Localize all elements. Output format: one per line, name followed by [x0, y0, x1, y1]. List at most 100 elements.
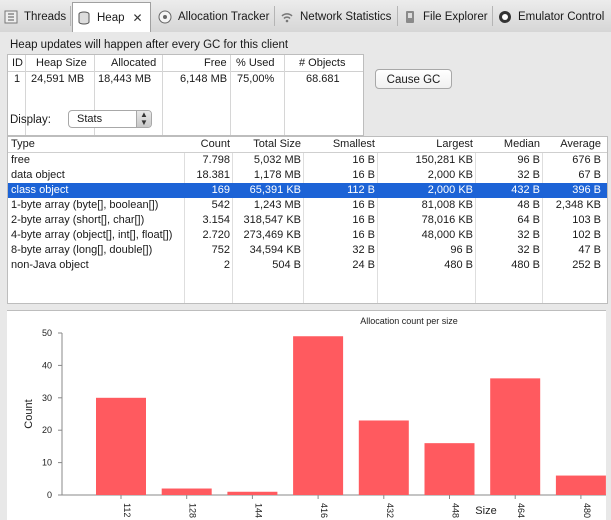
chart-title: Allocation count per size	[360, 316, 458, 326]
cell-median: 64 B	[517, 214, 540, 226]
header-type: Type	[11, 138, 35, 150]
y-tick-label: 50	[42, 328, 52, 338]
cell-total-size: 34,594 KB	[249, 244, 301, 256]
cell-average: 396 B	[572, 184, 601, 196]
tab-network-statistics[interactable]: Network Statistics	[276, 2, 396, 31]
cell-smallest: 16 B	[352, 154, 375, 166]
x-axis-label: Size	[475, 505, 496, 517]
cell-type: data object	[11, 169, 65, 181]
summary-header-used: % Used	[236, 57, 275, 69]
tab-allocation-tracker-label: Allocation Tracker	[178, 10, 270, 23]
heap-icon	[77, 11, 91, 25]
display-label: Display:	[10, 114, 51, 126]
table-row[interactable]: 4-byte array (object[], int[], float[]) 2…	[8, 228, 607, 243]
cell-largest: 96 B	[450, 244, 473, 256]
cell-median: 32 B	[517, 169, 540, 181]
cell-total-size: 273,469 KB	[243, 229, 302, 241]
cell-largest: 480 B	[444, 259, 473, 271]
network-icon	[280, 10, 294, 24]
tab-separator	[70, 6, 71, 26]
table-header-row[interactable]: Type Count Total Size Smallest Largest Median…	[8, 137, 607, 153]
summary-objects: 68.681	[306, 73, 340, 85]
cell-smallest: 16 B	[352, 214, 375, 226]
tab-allocation-tracker[interactable]: Allocation Tracker	[154, 2, 274, 31]
y-tick-label: 40	[42, 360, 52, 370]
cell-type: 1-byte array (byte[], boolean[])	[11, 199, 159, 211]
close-icon[interactable]: ✕	[133, 11, 143, 25]
summary-free: 6,148 MB	[180, 73, 228, 85]
cell-median: 32 B	[517, 244, 540, 256]
cell-median: 480 B	[511, 259, 540, 271]
cell-average: 47 B	[578, 244, 601, 256]
cell-count: 2.720	[202, 229, 230, 241]
cell-total-size: 1,243 MB	[253, 199, 301, 211]
cell-total-size: 65,391 KB	[249, 184, 301, 196]
cell-largest: 2,000 KB	[427, 184, 473, 196]
display-select[interactable]: Stats ▲ ▼	[68, 110, 152, 128]
file-explorer-icon	[403, 10, 417, 24]
bar-112	[96, 397, 146, 495]
cell-median: 48 B	[517, 199, 540, 211]
tab-file-explorer[interactable]: File Explorer	[399, 2, 491, 31]
x-tick-label: 448	[451, 503, 461, 518]
header-average: Average	[560, 138, 601, 150]
y-tick-label: 0	[47, 490, 52, 500]
table-row[interactable]: class object 169 65,391 KB 112 B 2,000 KB 432…	[8, 183, 607, 198]
header-count: Count	[200, 138, 230, 150]
cell-median: 32 B	[517, 229, 540, 241]
bar-432	[358, 420, 409, 495]
table-row[interactable]: non-Java object 2 504 B 24 B 480 B 480 B 252 B	[8, 258, 607, 273]
cell-count: 2	[223, 259, 230, 271]
stats-table: Type Count Total Size Smallest Largest Median…	[7, 136, 608, 304]
table-row[interactable]: 2-byte array (short[], char[]) 3.154 318,5…	[8, 213, 607, 228]
cell-count: 542	[211, 199, 230, 211]
table-row[interactable]: data object 18.381 1,178 MB 16 B 2,000 KB 32 …	[8, 168, 607, 183]
cell-type: non-Java object	[11, 259, 89, 271]
x-tick-label: 144	[253, 503, 263, 518]
x-tick-label: 416	[319, 503, 329, 518]
tab-separator	[397, 6, 398, 26]
cell-largest: 150,281 KB	[415, 154, 474, 166]
column-divider	[162, 55, 163, 135]
y-axis-label: Count	[23, 399, 35, 428]
tab-heap-label: Heap	[97, 12, 125, 24]
y-tick-label: 30	[42, 393, 52, 403]
summary-allocated: 18,443 MB	[98, 73, 152, 85]
bar-448	[424, 443, 475, 495]
cell-average: 252 B	[572, 259, 601, 271]
bar-480	[555, 475, 606, 495]
summary-header-row: ID Heap Size Allocated Free % Used # Obj…	[8, 55, 363, 72]
cell-average: 102 B	[572, 229, 601, 241]
tab-threads[interactable]: Threads	[0, 2, 68, 31]
cell-largest: 78,016 KB	[421, 214, 473, 226]
table-row[interactable]: 8-byte array (long[], double[]) 752 34,594…	[8, 243, 607, 258]
tab-heap[interactable]: Heap ✕	[72, 2, 151, 33]
cause-gc-button[interactable]: Cause GC	[375, 69, 452, 89]
header-median: Median	[503, 138, 540, 150]
cell-type: 8-byte array (long[], double[])	[11, 244, 153, 256]
cell-smallest: 16 B	[352, 169, 375, 181]
header-largest: Largest	[436, 138, 473, 150]
x-tick-label: 480	[582, 503, 592, 518]
cell-count: 7.798	[202, 154, 230, 166]
tab-strip: Threads Heap ✕ Allocation Tracker Networ…	[0, 0, 611, 33]
summary-row[interactable]: 1 24,591 MB 18,443 MB 6,148 MB 75,00% 68…	[8, 71, 363, 87]
cell-smallest: 24 B	[352, 259, 375, 271]
table-row[interactable]: free 7.798 5,032 MB 16 B 150,281 KB 96 B 676 B	[8, 153, 607, 168]
cell-type: 4-byte array (object[], int[], float[])	[11, 229, 173, 241]
cell-smallest: 16 B	[352, 229, 375, 241]
cell-count: 18.381	[196, 169, 230, 181]
cell-largest: 81,008 KB	[421, 199, 473, 211]
display-select-value: Stats	[77, 113, 103, 125]
tab-emulator-control[interactable]: Emulator Control	[494, 2, 611, 31]
cell-count: 169	[211, 184, 230, 196]
x-tick-label: 112	[122, 503, 132, 517]
tab-emulator-control-label: Emulator Control	[518, 10, 605, 23]
tab-threads-label: Threads	[24, 10, 67, 23]
x-tick-label: 128	[188, 503, 198, 518]
table-row[interactable]: 1-byte array (byte[], boolean[]) 542 1,243…	[8, 198, 607, 213]
cell-type: free	[11, 154, 30, 166]
bar-128	[161, 488, 212, 495]
bar-416	[293, 336, 344, 495]
bar-144	[227, 491, 278, 495]
